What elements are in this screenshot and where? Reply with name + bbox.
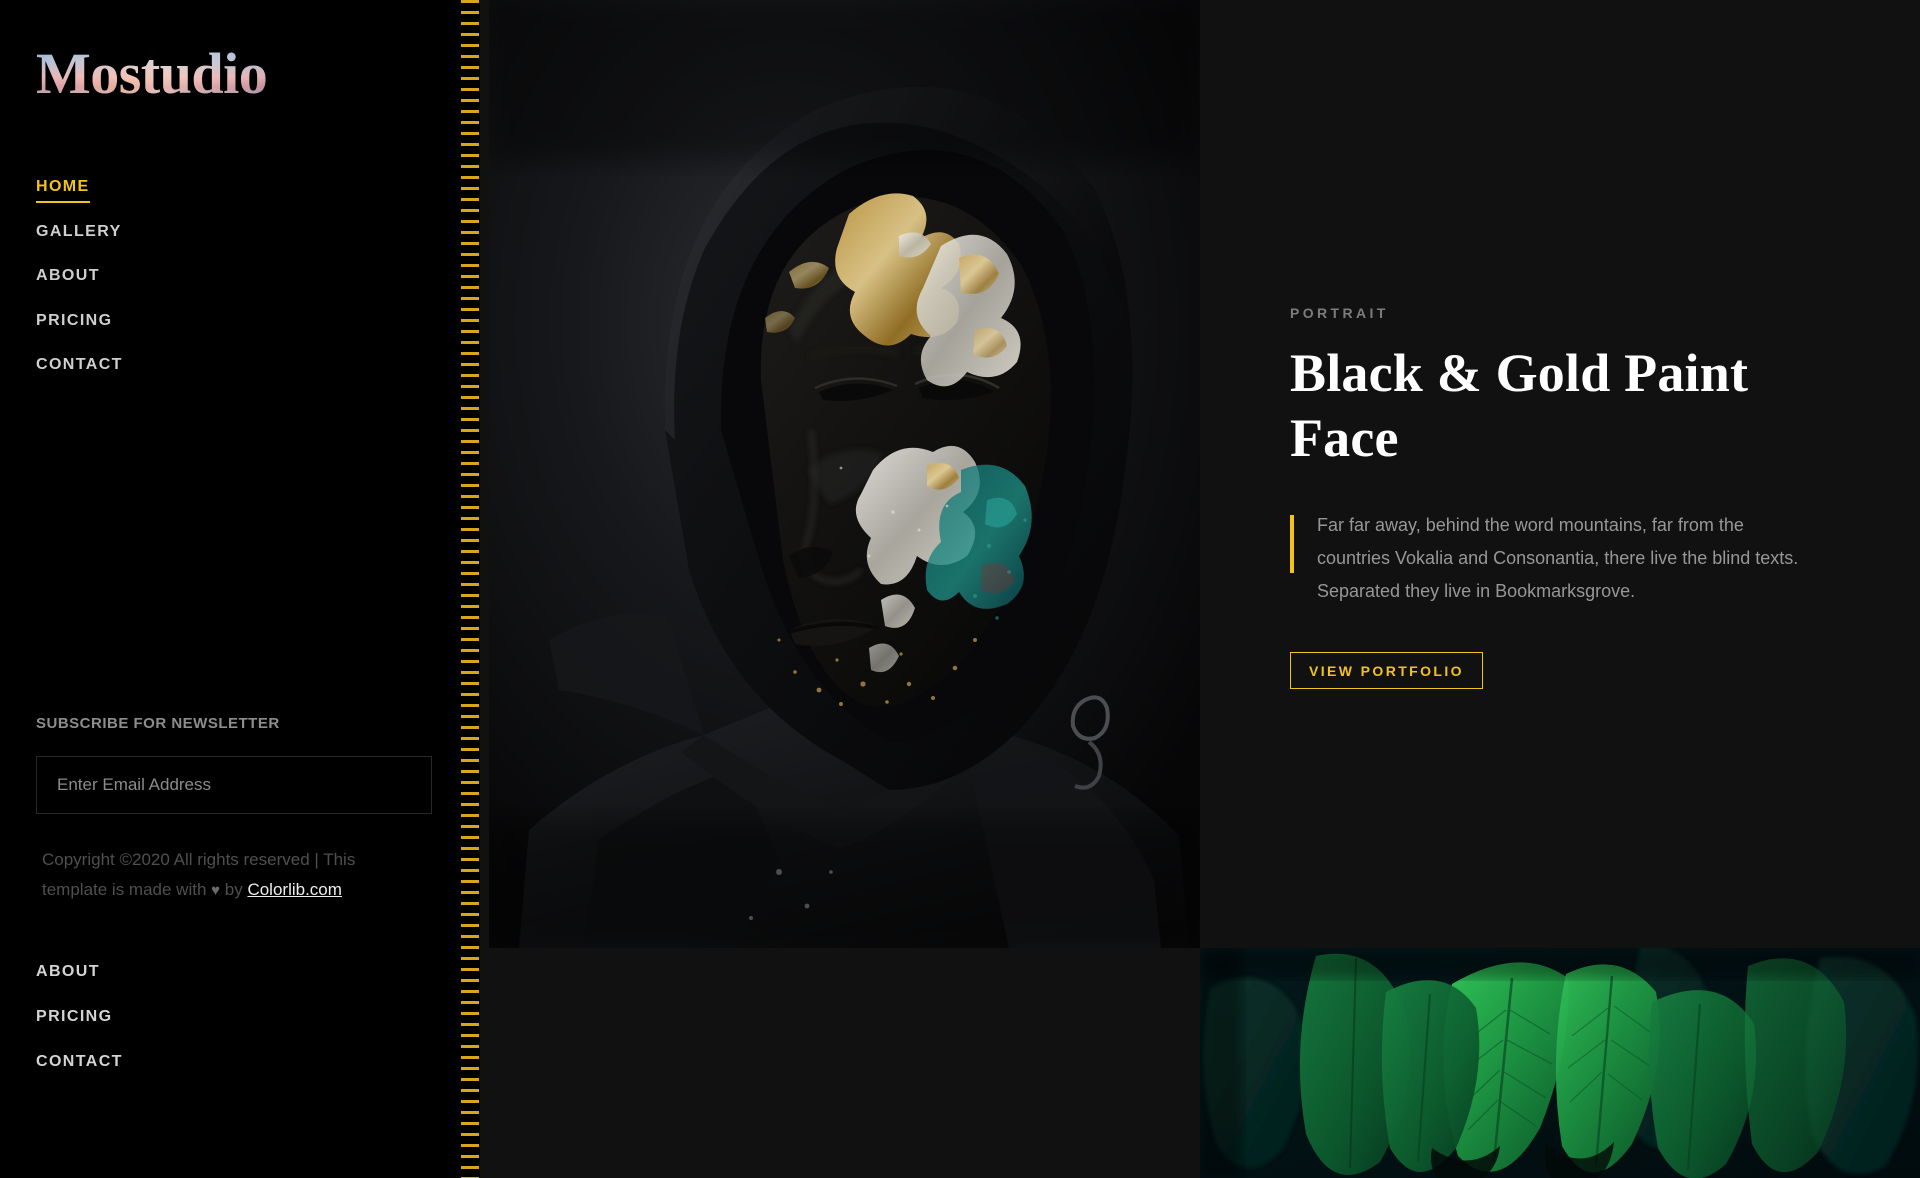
nav-item-home[interactable]: HOME — [36, 178, 90, 203]
hero-description: Far far away, behind the word mountains,… — [1317, 514, 1799, 602]
newsletter-section: SUBSCRIBE FOR NEWSLETTER — [36, 715, 440, 814]
hero-description-block: Far far away, behind the word mountains,… — [1290, 509, 1820, 609]
vertical-tick-decoration — [461, 0, 479, 1178]
view-portfolio-button[interactable]: VIEW PORTFOLIO — [1290, 651, 1483, 689]
site-logo[interactable]: Mostudio — [36, 45, 268, 103]
page-root: Mostudio HOME GALLERY ABOUT PRICING CONT… — [0, 0, 1920, 1178]
copyright-text: Copyright ©2020 All rights reserved | Th… — [42, 845, 422, 905]
footer-link-pricing[interactable]: PRICING — [36, 1008, 112, 1026]
footer-link-contact[interactable]: CONTACT — [36, 1053, 123, 1071]
nav-item-gallery[interactable]: GALLERY — [36, 223, 122, 241]
hero-portrait-image — [489, 0, 1200, 948]
nav-item-about[interactable]: ABOUT — [36, 267, 100, 285]
leaves-image — [1200, 948, 1920, 1178]
hero-category-label: PORTRAIT — [1290, 305, 1389, 321]
newsletter-title: SUBSCRIBE FOR NEWSLETTER — [36, 715, 280, 732]
sidebar: Mostudio HOME GALLERY ABOUT PRICING CONT… — [0, 0, 480, 1178]
accent-bar — [1290, 514, 1294, 573]
nav-item-contact[interactable]: CONTACT — [36, 356, 123, 374]
hero-title: Black & Gold Paint Face — [1290, 343, 1749, 469]
colorlib-link[interactable]: Colorlib.com — [247, 880, 341, 899]
email-input[interactable] — [36, 756, 432, 814]
copyright-line-middle: by — [220, 879, 248, 899]
nav-item-pricing[interactable]: PRICING — [36, 312, 112, 330]
footer-link-about[interactable]: ABOUT — [36, 963, 100, 981]
hero-content: PORTRAIT Black & Gold Paint Face Far far… — [1290, 305, 1850, 689]
footer-navigation: ABOUT PRICING CONTACT — [36, 963, 336, 1098]
main-navigation: HOME GALLERY ABOUT PRICING CONTACT — [36, 178, 336, 401]
portrait-illustration — [489, 0, 1200, 948]
leaves-illustration — [1200, 948, 1920, 1178]
heart-icon: ♥ — [211, 881, 221, 899]
